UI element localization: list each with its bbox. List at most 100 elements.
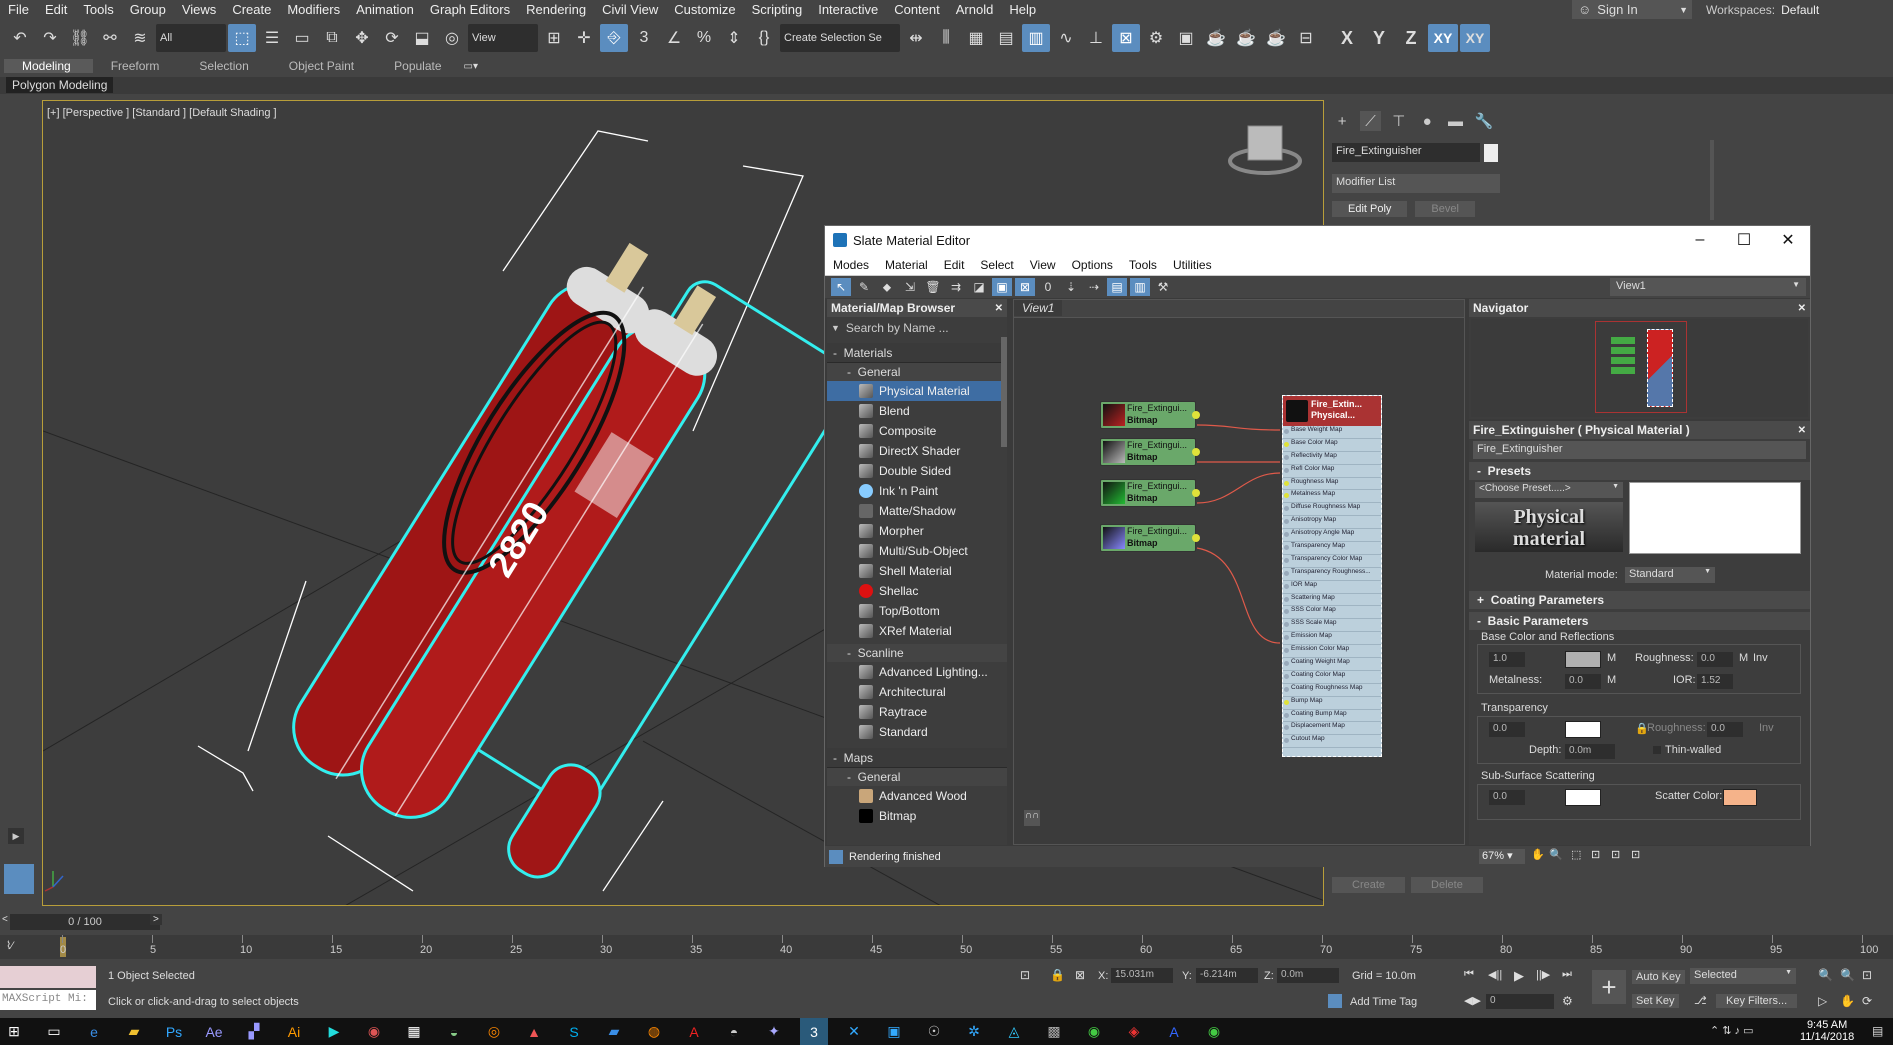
app-icon[interactable]: ◉: [360, 1018, 388, 1045]
z-coord-field[interactable]: 0.0m: [1277, 968, 1339, 983]
input-socket[interactable]: [1284, 699, 1289, 705]
parameter-editor-toggle-icon[interactable]: ▥: [1130, 278, 1150, 296]
menu-item-modifiers[interactable]: Modifiers: [279, 2, 348, 17]
list-item[interactable]: Matte/Shadow: [827, 501, 1007, 521]
material-slot[interactable]: SSS Color Map: [1283, 606, 1381, 620]
app-icon[interactable]: ✲: [960, 1018, 988, 1045]
coating-parameters-rollout[interactable]: + Coating Parameters: [1469, 591, 1810, 609]
app-icon[interactable]: A: [1160, 1018, 1188, 1045]
bitmap-node[interactable]: Fire_Extingui... Bitmap: [1100, 438, 1200, 466]
navigator-canvas[interactable]: [1471, 319, 1808, 417]
close-icon[interactable]: ✕: [995, 303, 1003, 314]
create-button[interactable]: Create: [1332, 877, 1406, 893]
bevel-button[interactable]: Bevel: [1415, 201, 1475, 217]
input-socket[interactable]: [1284, 738, 1289, 744]
ribbon-tab-object-paint[interactable]: Object Paint: [271, 59, 376, 73]
photoshop-icon[interactable]: Ps: [160, 1018, 188, 1045]
scrollbar[interactable]: [1710, 140, 1714, 220]
metalness-spinner[interactable]: 0.0: [1565, 674, 1601, 689]
prev-key-icon[interactable]: ◀||: [1488, 968, 1502, 981]
material-slot[interactable]: Diffuse Roughness Map: [1283, 503, 1381, 517]
zoom-region-icon[interactable]: ⬚: [1571, 848, 1581, 861]
bind-space-warp-icon[interactable]: ≋: [126, 24, 154, 52]
material-slot[interactable]: IOR Map: [1283, 581, 1381, 594]
modifier-list-select[interactable]: Modifier List ▼: [1332, 174, 1520, 193]
snaps-toggle-icon[interactable]: 3: [630, 24, 658, 52]
depth-spinner[interactable]: 0.0m: [1565, 744, 1615, 759]
y-coord-field[interactable]: -6.214m: [1196, 968, 1258, 983]
menu-item-content[interactable]: Content: [886, 2, 948, 17]
menu-item-animation[interactable]: Animation: [348, 2, 422, 17]
selected-keys-select[interactable]: Selected ▼: [1690, 968, 1796, 984]
material-name-field[interactable]: Fire_Extinguisher: [1473, 441, 1806, 459]
angle-snap-icon[interactable]: ∠: [660, 24, 688, 52]
menu-item-customize[interactable]: Customize: [666, 2, 743, 17]
menu-item-edit[interactable]: Edit: [37, 2, 75, 17]
play-icon[interactable]: ▶: [8, 828, 24, 844]
list-item[interactable]: Standard: [827, 722, 1007, 742]
search-input[interactable]: Search by Name ...: [846, 321, 949, 335]
menu-item-views[interactable]: Views: [174, 2, 224, 17]
input-socket[interactable]: [1284, 429, 1289, 434]
edge-icon[interactable]: e: [80, 1018, 108, 1045]
put-to-scene-icon[interactable]: ⬥: [877, 278, 897, 296]
move-icon[interactable]: ✥: [348, 24, 376, 52]
premiere-icon[interactable]: ▞: [240, 1018, 268, 1045]
add-time-tag[interactable]: Add Time Tag: [1350, 996, 1417, 1008]
input-socket[interactable]: [1284, 467, 1289, 473]
zoom-extents-icon[interactable]: ⊡: [1591, 848, 1600, 861]
track-bar[interactable]: ⌇⁄ 0 5 10 15 20 25 30 35 40 45 50 55 60 65 70 75 80 85 90 9…: [0, 935, 1893, 959]
menu-item-scripting[interactable]: Scripting: [744, 2, 811, 17]
ribbon-tab-modeling[interactable]: Modeling: [4, 59, 93, 73]
material-slot[interactable]: Metalness Map: [1283, 490, 1381, 504]
close-icon[interactable]: ✕: [1766, 226, 1810, 254]
menu-item-help[interactable]: Help: [1001, 2, 1044, 17]
edit-named-selection-icon[interactable]: {}: [750, 24, 778, 52]
list-item[interactable]: Blend: [827, 401, 1007, 421]
display-tab-icon[interactable]: ▬: [1445, 111, 1465, 131]
base-color-swatch[interactable]: [1565, 651, 1601, 668]
input-socket[interactable]: [1284, 493, 1289, 499]
workspaces[interactable]: Workspaces: Default: [1706, 0, 1819, 19]
menu-item-group[interactable]: Group: [122, 2, 174, 17]
list-item[interactable]: Bitmap: [827, 806, 1007, 826]
input-socket[interactable]: [1284, 648, 1289, 654]
material-slot[interactable]: Emission Color Map: [1283, 645, 1381, 659]
app-icon[interactable]: ✕: [840, 1018, 868, 1045]
app-icon[interactable]: ▶: [320, 1018, 348, 1045]
layout-all-icon[interactable]: ⇣: [1061, 278, 1081, 296]
set-key-button[interactable]: Set Key: [1632, 994, 1679, 1008]
menu-item-interactive[interactable]: Interactive: [810, 2, 886, 17]
list-item[interactable]: Shellac: [827, 581, 1007, 601]
material-slot[interactable]: Anisotropy Angle Map: [1283, 529, 1381, 543]
app-icon[interactable]: ☉: [920, 1018, 948, 1045]
menu-item-file[interactable]: File: [0, 2, 37, 17]
task-view-icon[interactable]: ▭: [40, 1018, 68, 1045]
roughness-inv-checkbox[interactable]: Inv: [1753, 652, 1768, 664]
pan-view-icon[interactable]: ✋: [1840, 994, 1855, 1008]
input-socket[interactable]: [1284, 712, 1289, 718]
material-slot[interactable]: Coating Roughness Map: [1283, 684, 1381, 697]
material-mode-select[interactable]: Standard ▼: [1625, 567, 1715, 583]
selection-lock-icon[interactable]: 🔒: [1050, 968, 1065, 982]
material-id-icon[interactable]: 0: [1038, 278, 1058, 296]
view-select[interactable]: View1 ▼: [1610, 278, 1806, 296]
x-coord-field[interactable]: 15.031m: [1111, 968, 1173, 983]
input-socket[interactable]: [1284, 570, 1289, 576]
layout-children-icon[interactable]: ⇢: [1084, 278, 1104, 296]
material-slot[interactable]: Coating Bump Map: [1283, 710, 1381, 723]
pivot-icon[interactable]: ⊞: [540, 24, 568, 52]
maps-category[interactable]: - Maps: [827, 748, 1007, 768]
create-tab-icon[interactable]: +: [1332, 111, 1352, 131]
utilities-tab-icon[interactable]: 🔧: [1474, 111, 1494, 131]
ribbon-tab-selection[interactable]: Selection: [181, 59, 270, 73]
material-slot[interactable]: Bump Map: [1283, 697, 1381, 710]
play-animation-icon[interactable]: ▶: [1514, 968, 1524, 984]
motion-tab-icon[interactable]: ●: [1417, 111, 1437, 131]
scrollbar[interactable]: [1001, 337, 1007, 447]
scatter-color-swatch[interactable]: [1723, 789, 1757, 806]
physical-material-node[interactable]: Fire_Extin... Physical... Base Weight Map…: [1282, 395, 1382, 757]
input-socket[interactable]: [1284, 506, 1289, 512]
scanline-subcategory[interactable]: - Scanline: [827, 644, 1007, 662]
unlink-icon[interactable]: ⚯: [96, 24, 124, 52]
